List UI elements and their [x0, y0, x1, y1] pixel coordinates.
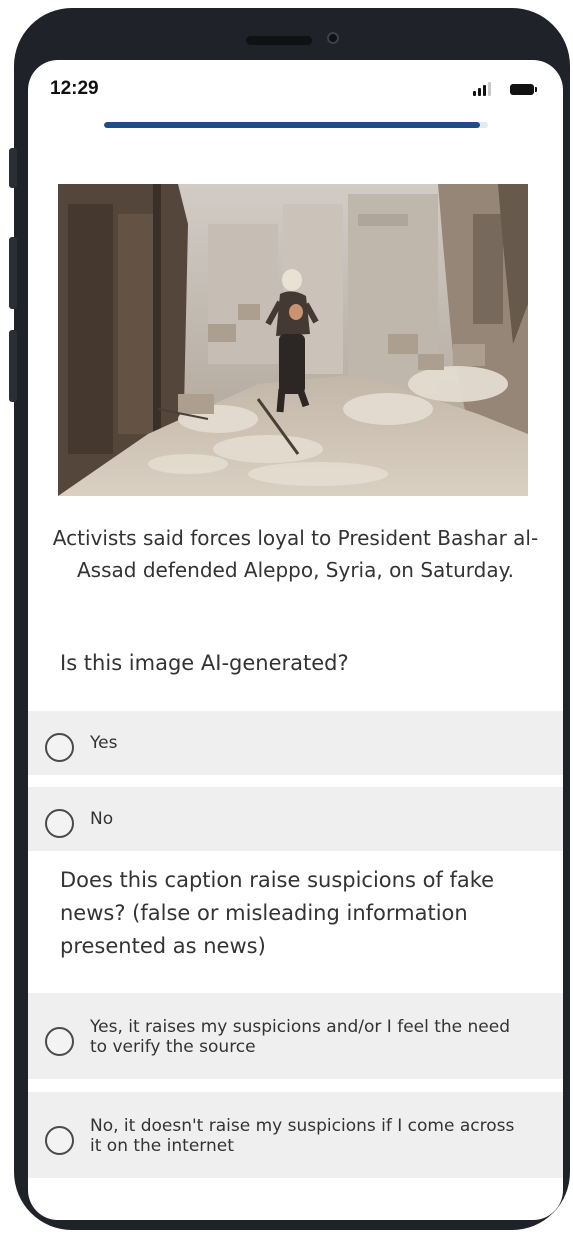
news-photo — [58, 184, 528, 496]
radio-button[interactable] — [45, 809, 74, 838]
speaker-grille — [246, 36, 312, 45]
volume-up-button — [9, 237, 17, 309]
option-ai-yes[interactable]: Yes — [28, 711, 563, 775]
signal-icon — [473, 82, 493, 96]
radio-button[interactable] — [45, 1027, 74, 1056]
phone-screen: 12:29 Activists said forces loyal to Pre… — [28, 60, 563, 1220]
question-fake-news: Does this caption raise suspicions of fa… — [60, 868, 495, 958]
radio-button[interactable] — [45, 733, 74, 762]
option-ai-no[interactable]: No — [28, 787, 563, 851]
option-label: Yes — [90, 733, 118, 753]
option-fake-news-no[interactable]: No, it doesn't raise my suspicions if I … — [28, 1092, 563, 1178]
survey-progress-fill — [104, 122, 481, 128]
mute-switch — [9, 148, 17, 188]
survey-progress-bar — [104, 122, 488, 128]
battery-tip — [535, 87, 537, 92]
option-label: No — [90, 809, 114, 829]
option-label: No, it doesn't raise my suspicions if I … — [90, 1116, 515, 1156]
radio-button[interactable] — [45, 1126, 74, 1155]
battery-icon — [510, 84, 534, 95]
front-camera — [327, 32, 339, 44]
question-ai-generated: Is this image AI-generated? — [60, 651, 349, 675]
photo-icon — [58, 184, 528, 496]
option-label: Yes, it raises my suspicions and/or I fe… — [90, 1017, 511, 1057]
news-caption: Activists said forces loyal to President… — [52, 526, 539, 582]
volume-down-button — [9, 330, 17, 402]
option-fake-news-yes[interactable]: Yes, it raises my suspicions and/or I fe… — [28, 993, 563, 1079]
status-time: 12:29 — [50, 78, 99, 99]
